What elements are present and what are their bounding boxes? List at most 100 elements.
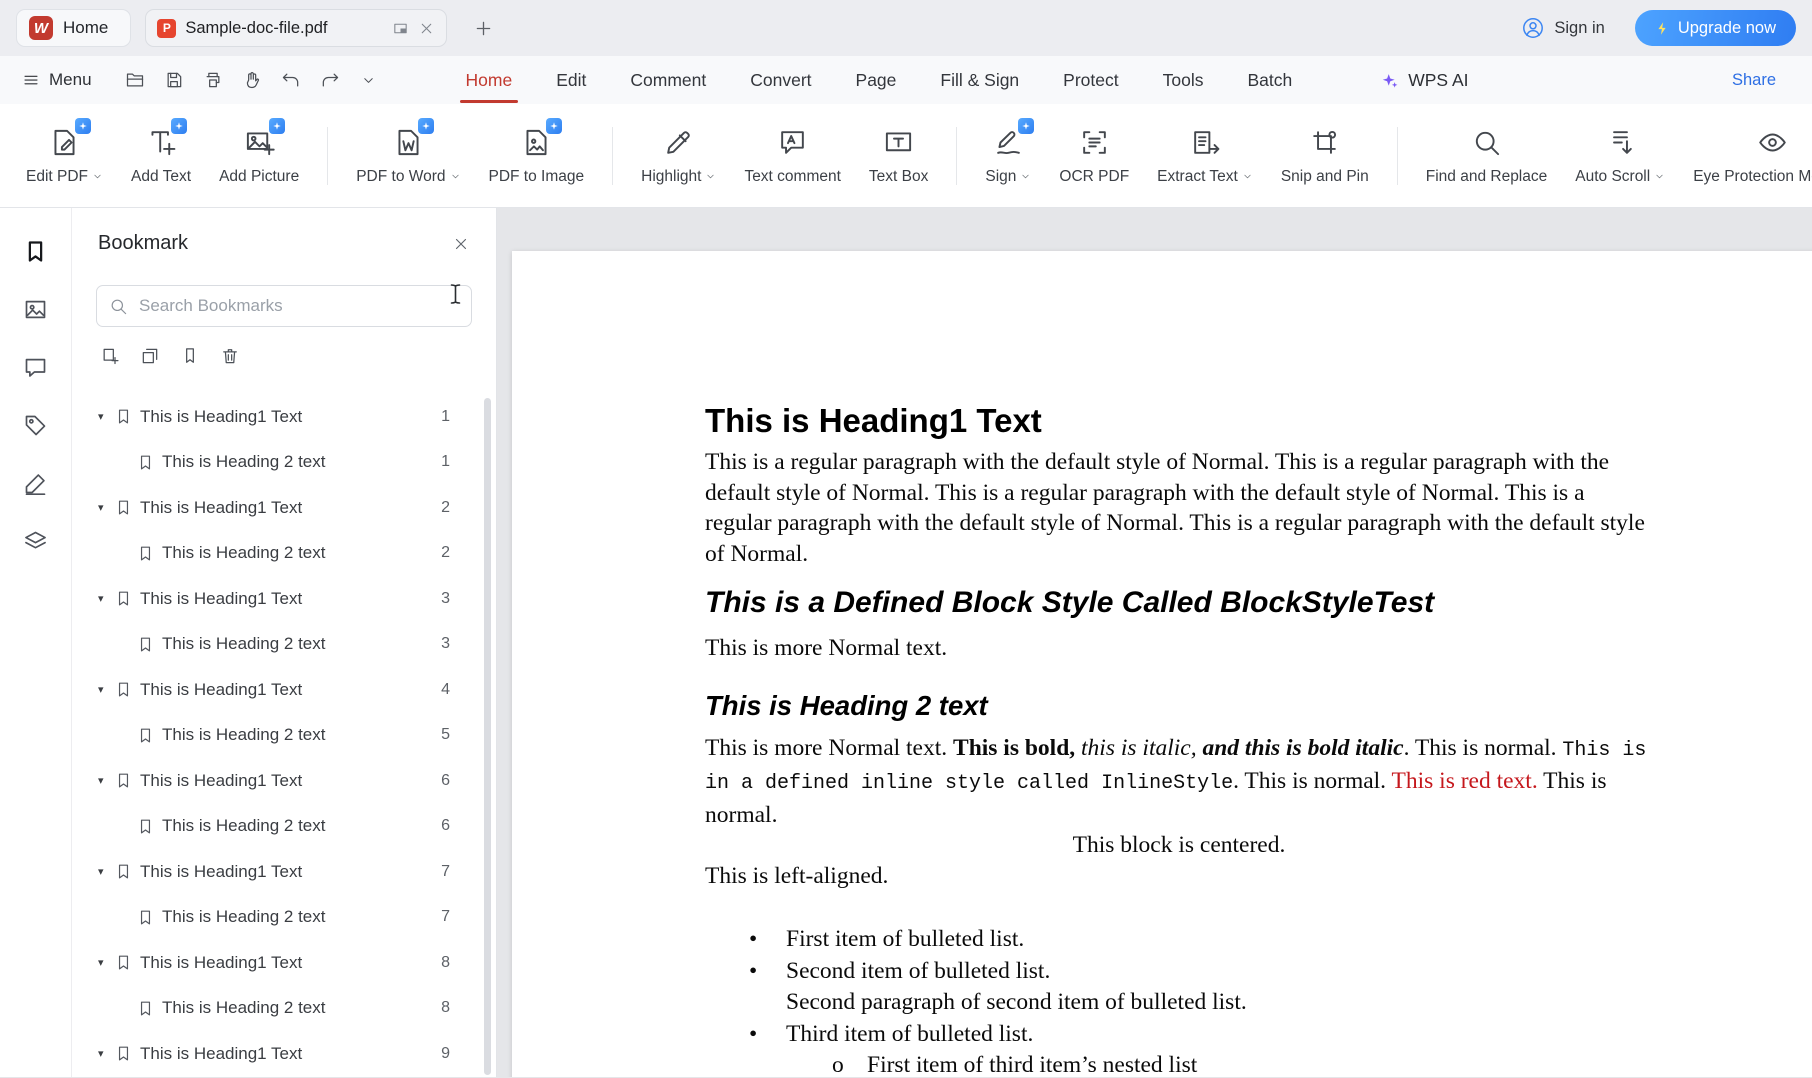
chevron-down-icon — [92, 171, 103, 182]
bookmark-item[interactable]: This is Heading 2 text8 — [72, 986, 496, 1032]
ribbon-button-text-comment[interactable]: Text comment — [744, 126, 840, 186]
more-actions-button[interactable] — [352, 63, 386, 97]
bookmark-icon — [114, 589, 133, 608]
ribbon-button-pdf-to-image[interactable]: PDF to Image — [489, 126, 585, 186]
panel-scrollbar[interactable] — [484, 398, 491, 1075]
ribbon-button-ocr-pdf[interactable]: OCR PDF — [1059, 126, 1129, 186]
collapse-triangle-icon[interactable]: ▾ — [98, 683, 114, 696]
search-bookmarks-input[interactable] — [137, 295, 459, 317]
menu-tab-convert[interactable]: Convert — [728, 56, 833, 104]
wps-ai-button[interactable]: WPS AI — [1380, 70, 1468, 91]
bookmark-item[interactable]: ▾This is Heading1 Text3 — [72, 576, 496, 622]
bookmark-item[interactable]: ▾ This is Heading1 Text8 — [72, 940, 496, 986]
collapse-triangle-icon[interactable]: ▾ — [98, 865, 114, 878]
document-tab[interactable]: P Sample-doc-file.pdf — [145, 9, 447, 47]
bookmark-item[interactable]: ▾This is Heading1 Text4 — [72, 667, 496, 713]
bookmark-page-number: 8 — [441, 954, 450, 972]
signature-panel-button[interactable] — [22, 470, 49, 497]
save-button[interactable] — [157, 63, 191, 97]
ribbon-button-edit-pdf[interactable]: Edit PDF — [26, 126, 103, 186]
ribbon-toolbar: Edit PDF Add Text Add Picture PDF to Word PD… — [0, 104, 1812, 208]
ribbon-separator — [1397, 127, 1398, 185]
collapse-triangle-icon[interactable]: ▾ — [98, 592, 114, 605]
menu-tab-page[interactable]: Page — [834, 56, 919, 104]
bookmark-item[interactable]: ▾This is Heading1 Text7 — [72, 849, 496, 895]
document-page[interactable]: This is Heading1 Text This is a regular … — [512, 251, 1812, 1077]
menu-tab-home[interactable]: Home — [444, 56, 535, 104]
redo-button[interactable] — [313, 63, 347, 97]
undo-button[interactable] — [274, 63, 308, 97]
print-button[interactable] — [196, 63, 230, 97]
ribbon-button-auto-scroll[interactable]: Auto Scroll — [1575, 126, 1665, 186]
bookmark-item[interactable]: This is Heading 2 text7 — [72, 895, 496, 941]
home-tab[interactable]: W Home — [16, 9, 131, 47]
ribbon-button-eye-protection-mode[interactable]: Eye Protection Mode — [1693, 126, 1812, 186]
bookmark-item[interactable]: ▾This is Heading1 Text9 — [72, 1031, 496, 1077]
text-segment-bold-italic: and this is bold italic — [1202, 735, 1403, 761]
bookmark-item[interactable]: This is Heading 2 text6 — [72, 804, 496, 850]
bookmark-item[interactable]: This is Heading 2 text2 — [72, 531, 496, 577]
comment-panel-button[interactable] — [22, 354, 49, 381]
chevron-down-icon — [1020, 171, 1031, 182]
bookmark-icon — [136, 908, 155, 927]
doc-block-style-heading: This is a Defined Block Style Called Blo… — [705, 583, 1653, 623]
menu-tab-edit[interactable]: Edit — [534, 56, 608, 104]
bookmark-item[interactable]: ▾This is Heading1 Text1 — [72, 394, 496, 440]
thumbnail-panel-button[interactable] — [22, 296, 49, 323]
home-tab-label: Home — [63, 18, 108, 38]
collapse-triangle-icon[interactable]: ▾ — [98, 956, 114, 969]
ribbon-button-highlight[interactable]: Highlight — [641, 126, 716, 186]
menu-tab-comment[interactable]: Comment — [608, 56, 728, 104]
bookmark-item[interactable]: This is Heading 2 text5 — [72, 713, 496, 759]
share-button[interactable]: Share — [1732, 71, 1790, 90]
menu-bar: Menu HomeEditCommentConvertPageFill & Si… — [0, 56, 1812, 104]
collapse-triangle-icon[interactable]: ▾ — [98, 1047, 114, 1060]
bookmark-page-number: 2 — [441, 544, 450, 562]
menu-button[interactable]: Menu — [22, 70, 92, 90]
add-bookmark-button[interactable] — [94, 340, 126, 372]
eye-protection-mode-icon — [1753, 126, 1793, 160]
add-child-bookmark-button[interactable] — [134, 340, 166, 372]
bookmark-item[interactable]: ▾This is Heading1 Text6 — [72, 758, 496, 804]
menu-tab-batch[interactable]: Batch — [1225, 56, 1314, 104]
menu-tab-tools[interactable]: Tools — [1141, 56, 1226, 104]
ribbon-button-extract-text[interactable]: Extract Text — [1157, 126, 1253, 186]
bookmark-label: This is Heading 2 text — [162, 907, 441, 927]
locate-bookmark-button[interactable] — [174, 340, 206, 372]
bookmark-panel-button[interactable] — [22, 238, 49, 265]
sign-in-button[interactable]: Sign in — [1521, 16, 1604, 40]
collapse-triangle-icon[interactable]: ▾ — [98, 410, 114, 423]
mini-window-icon[interactable] — [392, 20, 409, 37]
bookmark-item[interactable]: This is Heading 2 text1 — [72, 440, 496, 486]
close-panel-icon[interactable] — [452, 235, 470, 253]
ribbon-button-pdf-to-word[interactable]: PDF to Word — [356, 126, 460, 186]
new-tab-button[interactable] — [473, 18, 494, 39]
ribbon-button-find-and-replace[interactable]: Find and Replace — [1426, 126, 1548, 186]
bullet-item: Second paragraph of second item of bulle… — [705, 987, 1653, 1019]
upgrade-now-button[interactable]: Upgrade now — [1635, 10, 1796, 46]
doc-left-aligned-text: This is left-aligned. — [705, 861, 1653, 892]
bookmark-label: This is Heading1 Text — [140, 953, 441, 973]
bookmark-item[interactable]: ▾This is Heading1 Text2 — [72, 485, 496, 531]
ribbon-button-add-picture[interactable]: Add Picture — [219, 126, 299, 186]
main-area: Bookmark ▾This is Heading1 Text1This is … — [0, 208, 1812, 1077]
collapse-triangle-icon[interactable]: ▾ — [98, 774, 114, 787]
bookmark-search-box[interactable] — [96, 285, 472, 327]
ribbon-button-sign[interactable]: Sign — [985, 126, 1031, 186]
hand-tool-button[interactable] — [235, 63, 269, 97]
open-file-button[interactable] — [118, 63, 152, 97]
menu-tab-protect[interactable]: Protect — [1041, 56, 1140, 104]
close-tab-icon[interactable] — [418, 20, 435, 37]
ribbon-button-add-text[interactable]: Add Text — [131, 126, 191, 186]
menu-tab-fill-sign[interactable]: Fill & Sign — [918, 56, 1041, 104]
collapse-triangle-icon[interactable]: ▾ — [98, 501, 114, 514]
layers-panel-button[interactable] — [22, 528, 49, 555]
delete-bookmark-button[interactable] — [214, 340, 246, 372]
chevron-down-icon — [450, 171, 461, 182]
premium-badge-icon — [418, 118, 434, 134]
bookmark-icon — [136, 726, 155, 745]
tag-panel-button[interactable] — [22, 412, 49, 439]
ribbon-button-snip-and-pin[interactable]: Snip and Pin — [1281, 126, 1369, 186]
ribbon-button-text-box[interactable]: Text Box — [869, 126, 928, 186]
bookmark-item[interactable]: This is Heading 2 text3 — [72, 622, 496, 668]
